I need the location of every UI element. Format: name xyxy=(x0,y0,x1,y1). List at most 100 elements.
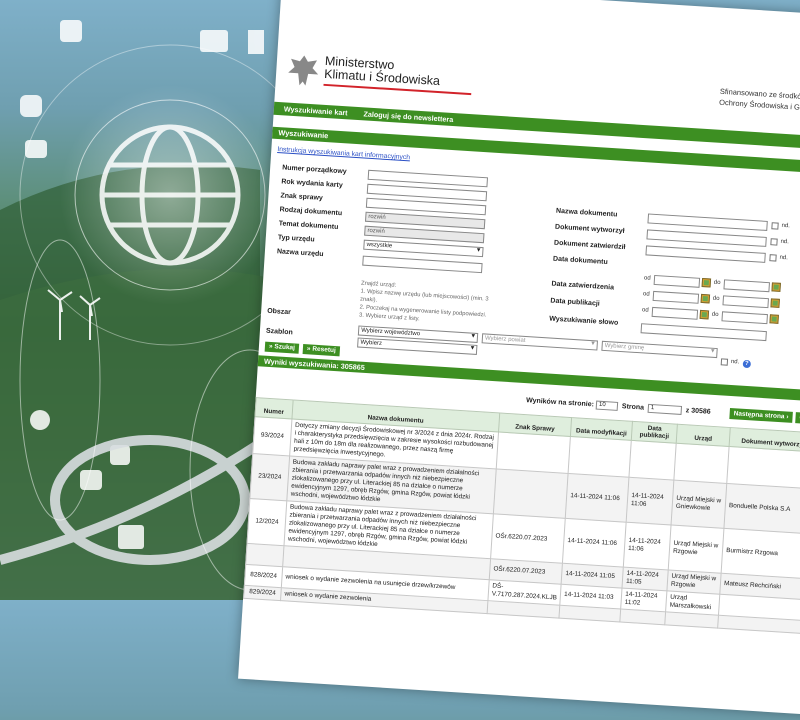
label-doc-type: Rodzaj dokumentu xyxy=(279,206,343,218)
per-page-label: Wyników na stronie: xyxy=(525,397,595,409)
label-doc-subject: Temat dokumentu xyxy=(278,220,339,232)
cell-published xyxy=(629,440,677,481)
label-doc-date: Data dokumentu xyxy=(552,255,608,267)
label-number: Numer porządkowy xyxy=(281,164,347,176)
help-icon[interactable]: ? xyxy=(742,359,752,369)
approval-date-to-input[interactable] xyxy=(722,295,769,309)
page-select[interactable]: 1 xyxy=(647,403,683,415)
doc-approved-nd-checkbox[interactable] xyxy=(769,254,777,262)
label-case: Znak sprawy xyxy=(280,192,324,202)
cell-office: Urząd Miejski w Gniewkowie xyxy=(671,480,727,529)
ministry-web-page: Ministerstwo Klimatu i Środowiska Sfinan… xyxy=(238,0,800,719)
cell-author xyxy=(726,446,800,489)
doc-approved-nd-label: nd. xyxy=(779,254,789,262)
publication-date-to-input[interactable] xyxy=(721,311,768,325)
nav-search-cards[interactable]: Wyszukiwanie kart xyxy=(284,104,348,117)
approval-date-to-label: do xyxy=(712,295,720,303)
cell-published: 14-11-2024 11:06 xyxy=(626,477,675,526)
doc-approved-input[interactable] xyxy=(645,245,766,263)
approval-date-from-input[interactable] xyxy=(652,290,700,304)
cell-number[interactable]: 828/2024 xyxy=(244,564,283,588)
label-keyword: Wyszukiwanie słowo xyxy=(549,315,619,327)
label-doc-issued: Dokument wytworzył xyxy=(554,223,625,235)
template-nd-label: nd. xyxy=(730,358,740,366)
calendar-icon[interactable] xyxy=(769,314,779,324)
cell-case xyxy=(493,468,569,519)
cell-author: Burmistrz Rzgowa xyxy=(721,528,800,579)
plant-hand-icon xyxy=(60,20,82,42)
publication-date-to-label: do xyxy=(711,311,719,319)
nav-newsletter[interactable]: Zaloguj się do newslettera xyxy=(363,109,453,124)
cell-number[interactable]: 12/2024 xyxy=(247,498,287,546)
per-page-select[interactable]: 10 xyxy=(595,400,619,411)
calendar-icon[interactable] xyxy=(701,277,712,288)
template-nd-checkbox[interactable] xyxy=(720,358,729,366)
calendar-icon[interactable] xyxy=(770,298,780,308)
cell-number[interactable]: 829/2024 xyxy=(243,585,282,601)
cell-published xyxy=(619,609,666,625)
eco-circle-icon xyxy=(30,410,50,430)
eagle-emblem-icon xyxy=(288,55,319,86)
next-page-button[interactable]: Następna strona › xyxy=(729,407,793,423)
cell-modified: 14-11-2024 11:06 xyxy=(565,473,630,523)
cell-published: 14-11-2024 11:06 xyxy=(623,522,672,570)
results-table: Numer Nazwa dokumentu Znak Sprawy Data m… xyxy=(243,397,800,634)
chart-icon xyxy=(118,525,144,549)
doc-issued-nd-label: nd. xyxy=(780,238,790,246)
cell-office xyxy=(664,611,719,629)
funding-note: Sfinansowano ze środków Narodowego Ochro… xyxy=(719,86,800,121)
label-doc-approved: Dokument zatwierdził xyxy=(553,239,626,252)
leaf-icon xyxy=(20,95,42,117)
office-type-select[interactable]: wszystkie xyxy=(363,239,484,258)
col-number[interactable]: Numer xyxy=(255,397,294,419)
doc-date-from-label: od xyxy=(643,275,651,282)
label-office-type: Typ urzędu xyxy=(277,234,315,244)
cell-modified xyxy=(568,436,632,478)
funding-line2: Ochrony Środowiska i Gospodarki Wodn xyxy=(718,97,800,115)
doc-date-to-label: do xyxy=(713,279,721,287)
office-name-input[interactable] xyxy=(362,255,483,274)
search-button[interactable]: » Szukaj xyxy=(264,341,300,354)
cell-case xyxy=(496,431,571,474)
calendar-icon[interactable] xyxy=(699,309,710,320)
label-publication-date: Data publikacji xyxy=(550,297,600,308)
trees-icon xyxy=(200,30,228,52)
calendar-icon[interactable] xyxy=(700,293,711,304)
doc-name-nd-checkbox[interactable] xyxy=(771,222,779,230)
calendar-icon[interactable] xyxy=(771,282,781,292)
label-doc-name: Nazwa dokumentu xyxy=(555,207,618,219)
cell-office xyxy=(674,443,730,484)
building-icon xyxy=(248,30,264,54)
label-year: Rok wydania karty xyxy=(281,178,343,190)
recycle-icon xyxy=(80,470,102,490)
hand-leaf-icon xyxy=(25,140,47,158)
cell-number[interactable]: 93/2024 xyxy=(252,416,292,456)
doc-date-to-input[interactable] xyxy=(723,279,770,293)
cell-modified: 14-11-2024 11:06 xyxy=(562,518,627,568)
cell-case: OŚr.6220.07.2023 xyxy=(490,513,566,564)
cell-modified xyxy=(559,605,621,622)
commune-select[interactable]: Wybierz gminę xyxy=(601,340,718,359)
doc-date-from-input[interactable] xyxy=(653,274,701,288)
last-page-button[interactable]: Os xyxy=(795,412,800,425)
doc-name-nd-label: nd. xyxy=(781,222,791,230)
office-search-hint: Znajdź urząd: 1. Wpisz nazwę urzędu (lub… xyxy=(359,280,501,329)
label-approval-date: Data zatwierdzenia xyxy=(551,280,615,292)
approval-date-from-label: od xyxy=(642,291,650,298)
publication-date-from-input[interactable] xyxy=(651,306,699,320)
keyword-input[interactable] xyxy=(640,323,767,342)
doc-issued-nd-checkbox[interactable] xyxy=(770,238,778,246)
label-area: Obszar xyxy=(266,307,292,317)
doc-issued-input[interactable] xyxy=(646,229,767,247)
cell-number[interactable] xyxy=(245,543,284,567)
page-total: z 30586 xyxy=(685,407,711,416)
cell-office: Urząd Miejski w Rzgowie xyxy=(668,525,725,574)
instructions-link[interactable]: Instrukcja wyszukiwania kart informacyjn… xyxy=(277,146,410,161)
reset-button[interactable]: » Resetuj xyxy=(302,344,341,357)
cell-author: Bonduelle Polska S.A xyxy=(724,483,800,534)
doc-name-input[interactable] xyxy=(647,213,768,231)
cell-number[interactable]: 23/2024 xyxy=(249,453,290,501)
district-select[interactable]: Wybierz powiat xyxy=(481,333,598,351)
page-label: Strona xyxy=(621,403,645,412)
cell-published: 14-11-2024 11:05 xyxy=(622,567,669,591)
